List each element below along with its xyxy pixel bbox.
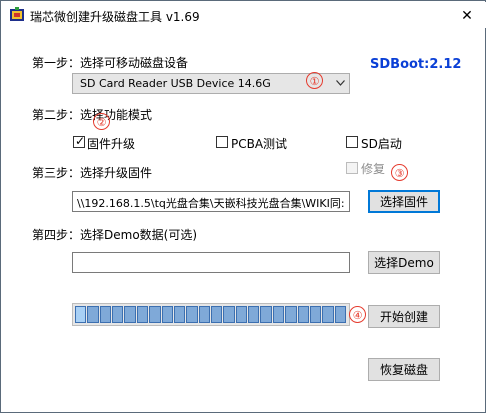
progress-segment bbox=[322, 306, 334, 323]
close-icon: ✕ bbox=[461, 8, 473, 24]
annotation-badge-2: ② bbox=[93, 113, 110, 130]
app-icon bbox=[10, 7, 24, 21]
repair-label: 修复 bbox=[361, 162, 386, 176]
app-window: 瑞芯微创建升级磁盘工具 v1.69 ✕ 第一步：选择可移动磁盘设备 SDBoot… bbox=[0, 0, 486, 413]
annotation-badge-3: ③ bbox=[391, 164, 408, 181]
progress-segment bbox=[223, 306, 235, 323]
chevron-down-icon bbox=[336, 80, 345, 86]
progress-segment bbox=[260, 306, 272, 323]
annotation-badge-4: ④ bbox=[349, 306, 366, 323]
sd-boot-label: SD启动 bbox=[361, 137, 402, 151]
close-button[interactable]: ✕ bbox=[448, 3, 486, 29]
progress-segment bbox=[186, 306, 198, 323]
progress-segment bbox=[309, 306, 322, 323]
progress-segment bbox=[285, 306, 297, 323]
firmware-path-value: \\192.168.1.5\tq光盘合集\天嵌科技光盘合集\WIKI同: bbox=[77, 197, 345, 210]
checkmark-icon: ✓ bbox=[75, 134, 86, 148]
pcba-test-checkbox[interactable] bbox=[216, 136, 228, 148]
window-title: 瑞芯微创建升级磁盘工具 v1.69 bbox=[30, 10, 200, 24]
progress-segment bbox=[334, 306, 346, 323]
progress-segment bbox=[99, 306, 112, 323]
firmware-upgrade-label: 固件升级 bbox=[87, 137, 136, 151]
restore-disk-button[interactable]: 恢复磁盘 bbox=[368, 358, 440, 381]
progress-segment bbox=[297, 306, 309, 323]
progress-segment bbox=[211, 306, 223, 323]
progress-segment bbox=[124, 306, 136, 323]
progress-segment bbox=[161, 306, 173, 323]
firmware-path-field[interactable]: \\192.168.1.5\tq光盘合集\天嵌科技光盘合集\WIKI同: bbox=[72, 191, 350, 212]
device-select-value: SD Card Reader USB Device 14.6G bbox=[80, 77, 271, 90]
select-demo-button[interactable]: 选择Demo bbox=[368, 251, 440, 274]
progress-segment bbox=[112, 306, 124, 323]
progress-segment bbox=[149, 306, 161, 323]
sd-boot-checkbox[interactable] bbox=[346, 136, 358, 148]
title-bar[interactable]: 瑞芯微创建升级磁盘工具 v1.69 ✕ bbox=[2, 2, 486, 28]
progress-segment bbox=[173, 306, 186, 323]
progress-segment bbox=[87, 306, 99, 323]
progress-segment bbox=[248, 306, 260, 323]
step1-label: 第一步：选择可移动磁盘设备 bbox=[32, 56, 189, 70]
progress-segment bbox=[75, 306, 87, 323]
repair-checkbox[interactable] bbox=[346, 162, 358, 174]
step4-label: 第四步：选择Demo数据(可选) bbox=[32, 228, 198, 242]
progress-segment bbox=[198, 306, 210, 323]
step2-label: 第二步：选择功能模式 bbox=[32, 108, 153, 122]
firmware-upgrade-checkbox[interactable]: ✓ bbox=[73, 134, 86, 148]
step3-label: 第三步：选择升级固件 bbox=[32, 166, 153, 180]
demo-path-field[interactable] bbox=[72, 252, 350, 273]
pcba-test-label: PCBA测试 bbox=[231, 137, 288, 151]
start-create-button[interactable]: 开始创建 bbox=[368, 305, 440, 328]
select-firmware-button[interactable]: 选择固件 bbox=[368, 190, 440, 213]
progress-segment bbox=[136, 306, 149, 323]
progress-bar bbox=[72, 303, 350, 326]
sdboot-version: SDBoot:2.12 bbox=[370, 57, 462, 72]
annotation-badge-1: ① bbox=[306, 72, 323, 89]
progress-segment bbox=[272, 306, 285, 323]
progress-segment bbox=[235, 306, 248, 323]
